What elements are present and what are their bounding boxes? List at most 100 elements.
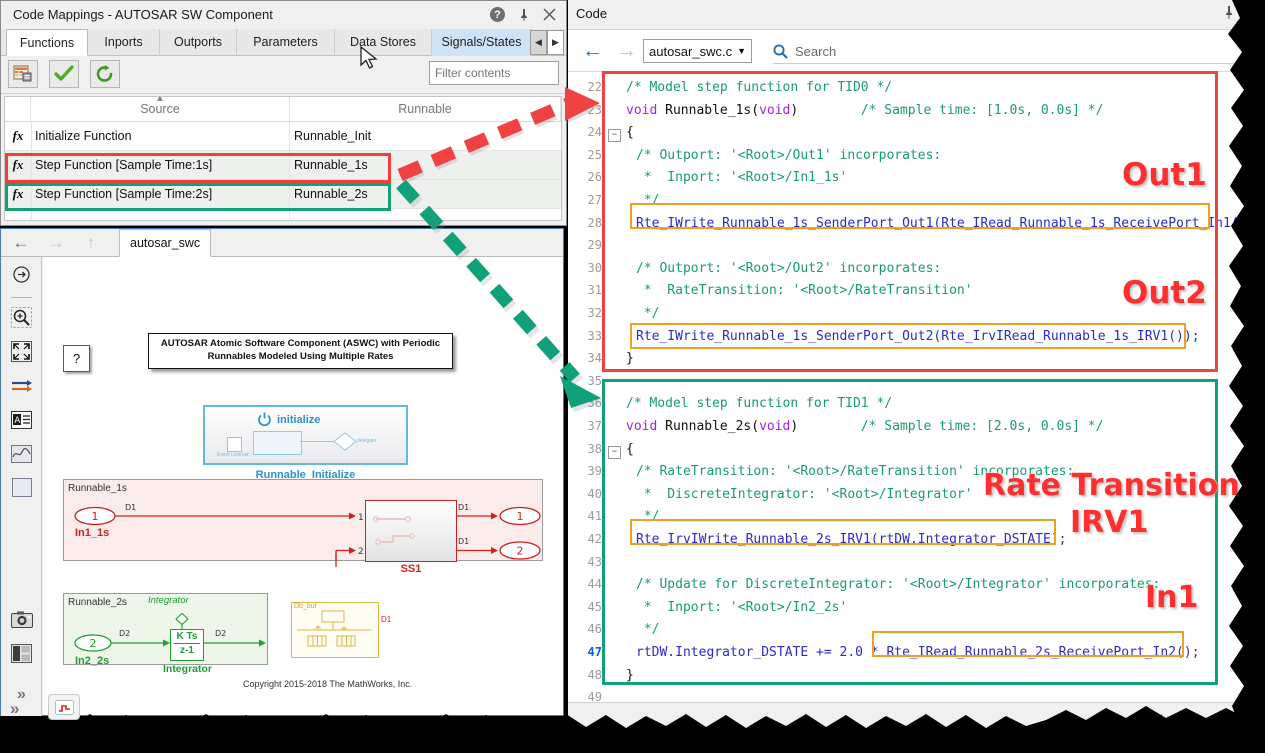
validate-check-icon[interactable] — [49, 60, 79, 88]
line-number: 47 — [588, 645, 602, 659]
integrator-numerator: K Ts — [171, 630, 203, 643]
back-arrow-icon[interactable]: ← — [11, 234, 31, 252]
signal-arrows-icon[interactable] — [9, 373, 34, 398]
area-icon[interactable] — [9, 475, 34, 500]
table-col-source[interactable]: ▲ Source — [31, 97, 290, 121]
line-number: 30 — [588, 261, 602, 275]
pan-icon[interactable] — [9, 262, 34, 287]
table-col-icon — [5, 97, 31, 121]
code-mappings-icon[interactable] — [8, 60, 38, 88]
code-mappings-toolbar — [1, 56, 566, 94]
tab-scroll-right-button[interactable]: ▶ — [547, 30, 564, 55]
code-mappings-title: Code Mappings - AUTOSAR SW Component — [13, 7, 273, 22]
tab-label: Parameters — [253, 35, 318, 49]
line-number: 39 — [588, 464, 602, 478]
tab-data-stores[interactable]: Data Stores — [335, 29, 432, 56]
refresh-icon[interactable] — [90, 60, 120, 88]
help-icon[interactable]: ? — [489, 6, 506, 23]
model-canvas[interactable]: ? AUTOSAR Atomic Software Component (ASW… — [43, 257, 563, 715]
db-buf-label: Db_buf — [292, 603, 378, 610]
code-gutter: 2223242526272829303132333435363738394041… — [568, 72, 606, 692]
svg-text:D1: D1 — [125, 503, 136, 512]
line-number: 44 — [588, 577, 602, 591]
zoom-in-icon[interactable] — [9, 305, 34, 330]
integrator-denominator: z-1 — [171, 644, 203, 658]
delegate-label: delegate — [357, 438, 376, 444]
filter-contents-field[interactable] — [429, 61, 559, 85]
code-search-placeholder: Search — [795, 44, 836, 59]
filter-input[interactable] — [430, 62, 558, 84]
help-block[interactable]: ? — [63, 345, 90, 372]
line-number: 29 — [588, 238, 602, 252]
camera-icon[interactable] — [9, 607, 34, 632]
line-number: 37 — [588, 419, 602, 433]
event-listener-label: Event Listener — [217, 452, 249, 458]
sort-caret-icon: ▲ — [155, 96, 165, 104]
tab-parameters[interactable]: Parameters — [237, 29, 335, 56]
integrator-block[interactable]: K Ts z-1 — [170, 629, 204, 661]
model-thumbnail-icon[interactable] — [48, 694, 80, 720]
line-number: 42 — [588, 532, 602, 546]
code-mappings-tabs: Functions Inports Outports Parameters Da… — [1, 29, 566, 56]
tab-inports[interactable]: Inports — [88, 29, 160, 56]
line-number: 34 — [588, 351, 602, 365]
svg-text:2: 2 — [358, 547, 364, 557]
cell-runnable[interactable]: Runnable_Init — [290, 122, 561, 150]
subsystem-ss1-label: SS1 — [365, 563, 457, 575]
table-header: ▲ Source Runnable — [5, 97, 561, 122]
table-col-runnable[interactable]: Runnable — [290, 97, 561, 121]
fit-to-view-icon[interactable] — [9, 339, 34, 364]
line-number: 26 — [588, 170, 602, 184]
forward-arrow-icon[interactable]: → — [46, 234, 66, 252]
tab-functions[interactable]: Functions — [6, 29, 88, 56]
svg-text:D2: D2 — [215, 629, 226, 638]
pin-icon[interactable] — [515, 6, 532, 23]
highlight-rect-out2-call — [630, 323, 1186, 349]
annotation-out2: Out2 — [1122, 275, 1207, 311]
annotation-irv1: IRV1 — [1070, 505, 1148, 540]
close-icon[interactable] — [541, 6, 558, 23]
table-row[interactable]: fx Initialize Function Runnable_Init — [5, 122, 561, 151]
inport-in2-2s-label: In2_2s — [75, 655, 109, 667]
model-tool-palette: A » — [1, 257, 42, 716]
simulink-model-window: ← → ↑ autosar_swc A — [0, 228, 564, 716]
rate-transition-out-signal: D1 — [381, 615, 391, 624]
line-number: 23 — [588, 103, 602, 117]
runnable-initialize-block[interactable]: initialize Event Listener delegate — [203, 405, 408, 465]
highlight-rect-irv1-write-call — [630, 519, 1056, 545]
annotation-icon[interactable]: A — [9, 407, 34, 432]
runnable-1s-signals: 1 D1 D1 D1 1 2 1 2 1 — [63, 497, 553, 567]
code-back-button[interactable]: ← — [582, 41, 603, 61]
table-col-label: Source — [140, 102, 180, 116]
mouse-cursor — [359, 45, 383, 73]
line-number: 48 — [588, 668, 602, 682]
palette-overflow-chevron[interactable]: » — [10, 699, 19, 719]
tab-outports[interactable]: Outports — [160, 29, 237, 56]
subsystem-ss1-block[interactable] — [365, 500, 457, 562]
initialize-label: initialize — [277, 414, 320, 426]
layout-icon[interactable] — [9, 641, 34, 666]
breadcrumb[interactable]: autosar_swc — [119, 229, 211, 257]
torn-edge-right — [1218, 0, 1265, 753]
torn-edge-bottom — [0, 690, 1265, 753]
code-search-row[interactable]: Search — [773, 39, 1235, 64]
code-forward-button[interactable]: → — [616, 41, 637, 61]
line-number: 46 — [588, 622, 602, 636]
svg-text:1: 1 — [92, 510, 99, 523]
tab-scroll-left-button[interactable]: ◀ — [530, 30, 547, 55]
annotation-out1: Out1 — [1122, 157, 1207, 193]
line-number: 32 — [588, 306, 602, 320]
line-number: 38 — [588, 442, 602, 456]
highlight-rect-runnable-1s — [5, 153, 391, 183]
subsystem-glyph — [366, 501, 454, 559]
up-arrow-icon[interactable]: ↑ — [81, 234, 101, 252]
tab-label: Functions — [20, 36, 74, 50]
rate-transition-block[interactable]: Db_buf — [291, 602, 379, 658]
svg-text:A: A — [14, 416, 21, 426]
line-number: 25 — [588, 148, 602, 162]
file-selector-combo[interactable]: autosar_swc.c ▼ — [643, 39, 752, 63]
copyright-annotation: Copyright 2015-2018 The MathWorks, Inc. — [243, 679, 412, 689]
scope-icon[interactable] — [9, 441, 34, 466]
tab-signals-states[interactable]: Signals/States — [432, 29, 532, 56]
integrator-italic-label: Integrator — [148, 595, 189, 606]
